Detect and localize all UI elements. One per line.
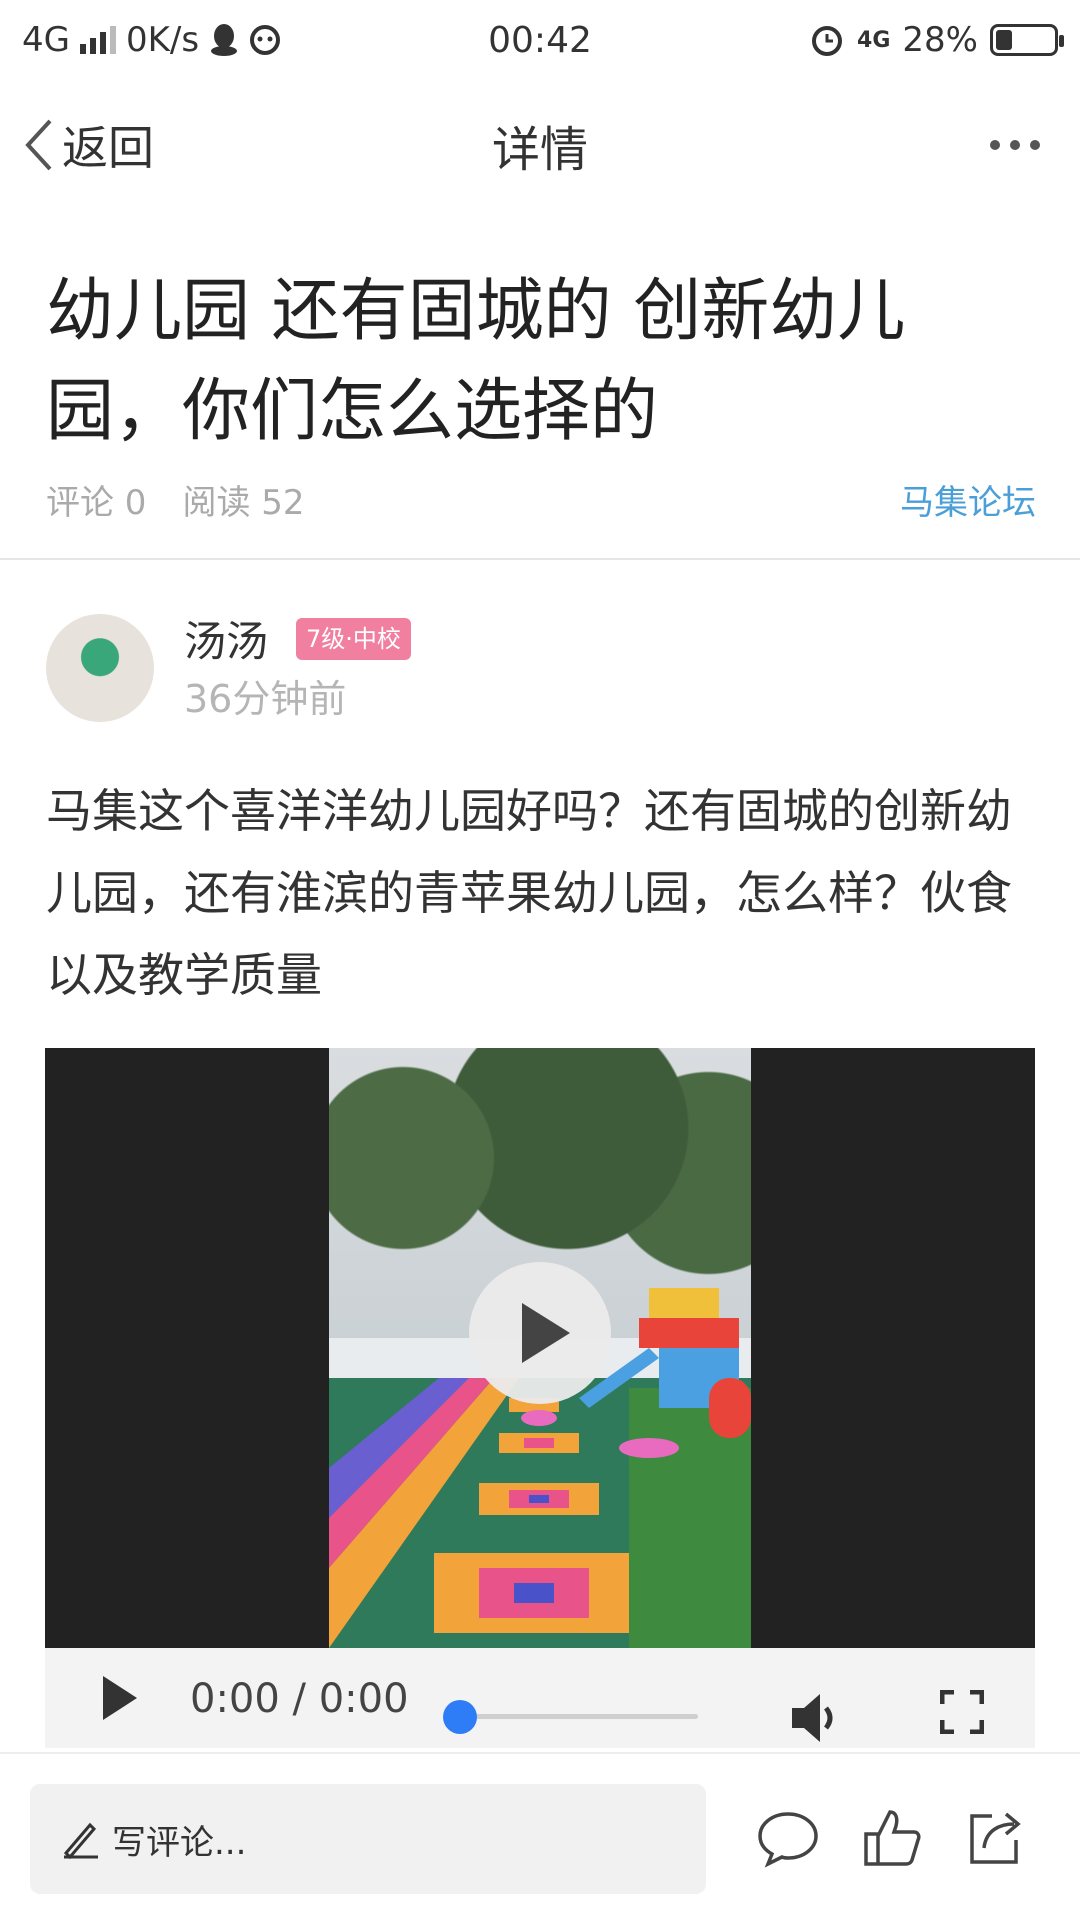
status-time: 00:42 <box>488 19 592 61</box>
status-right: 4G 28% <box>638 20 1064 60</box>
video-controls: 0:00 / 0:00 <box>45 1648 1035 1748</box>
comment-bubble-icon[interactable] <box>756 1806 820 1870</box>
status-left: 4G 0K/s <box>22 20 442 60</box>
thumbs-up-icon[interactable] <box>860 1806 924 1870</box>
back-label: 返回 <box>62 121 154 175</box>
battery-percent: 28% <box>902 20 978 60</box>
back-button[interactable]: 返回 <box>22 90 154 200</box>
volume-icon[interactable] <box>790 1690 842 1746</box>
play-icon <box>522 1303 570 1363</box>
video-time: 0:00 / 0:00 <box>190 1676 409 1722</box>
page-title: 详情 <box>491 122 588 178</box>
level-badge: 7级·中校 <box>296 618 411 660</box>
forum-link[interactable]: 马集论坛 <box>900 475 1036 524</box>
read-count: 阅读 52 <box>182 483 305 523</box>
post-body: 马集这个喜洋洋幼儿园好吗？还有固城的创新幼儿园，还有淮滨的青苹果幼儿园，怎么样？… <box>46 784 1012 1002</box>
battery-icon <box>990 24 1064 56</box>
network-speed: 0K/s <box>125 20 200 60</box>
author-name[interactable]: 汤汤 <box>184 608 268 669</box>
video-progress-knob[interactable] <box>443 1700 477 1734</box>
fullscreen-icon[interactable] <box>940 1690 984 1734</box>
video-player[interactable] <box>45 1048 1035 1648</box>
pencil-icon <box>63 1822 98 1859</box>
alarm-icon <box>812 26 843 56</box>
post-meta: 评论 0 阅读 52 马集论坛 <box>46 475 1036 524</box>
post-time: 36分钟前 <box>184 677 347 721</box>
signal-icon <box>79 26 116 54</box>
video-play-button[interactable] <box>469 1262 611 1404</box>
status-bar: 4G 0K/s 00:42 4G 28% <box>0 0 1080 80</box>
post-title: 幼儿园 还有固城的 创新幼儿园，你们怎么选择的 <box>46 272 906 451</box>
more-dots-icon[interactable] <box>990 90 1040 200</box>
comment-placeholder: 写评论... <box>112 1822 247 1863</box>
network-type-right: 4G <box>857 27 891 53</box>
avatar[interactable] <box>46 614 154 722</box>
battery-fill <box>996 30 1012 50</box>
divider <box>0 558 1080 560</box>
bottom-bar: 写评论... <box>0 1752 1080 1920</box>
comment-input[interactable]: 写评论... <box>30 1784 706 1894</box>
controls-play-icon[interactable] <box>103 1676 137 1720</box>
back-chevron-icon <box>25 119 52 171</box>
network-type: 4G <box>22 20 70 60</box>
video-progress-track[interactable] <box>460 1714 698 1719</box>
comment-count: 评论 0 <box>46 483 147 523</box>
qq-icon <box>211 24 238 56</box>
nav-bar: 返回 详情 <box>0 90 1080 200</box>
chat-icon <box>250 25 281 55</box>
share-icon[interactable] <box>962 1806 1026 1870</box>
